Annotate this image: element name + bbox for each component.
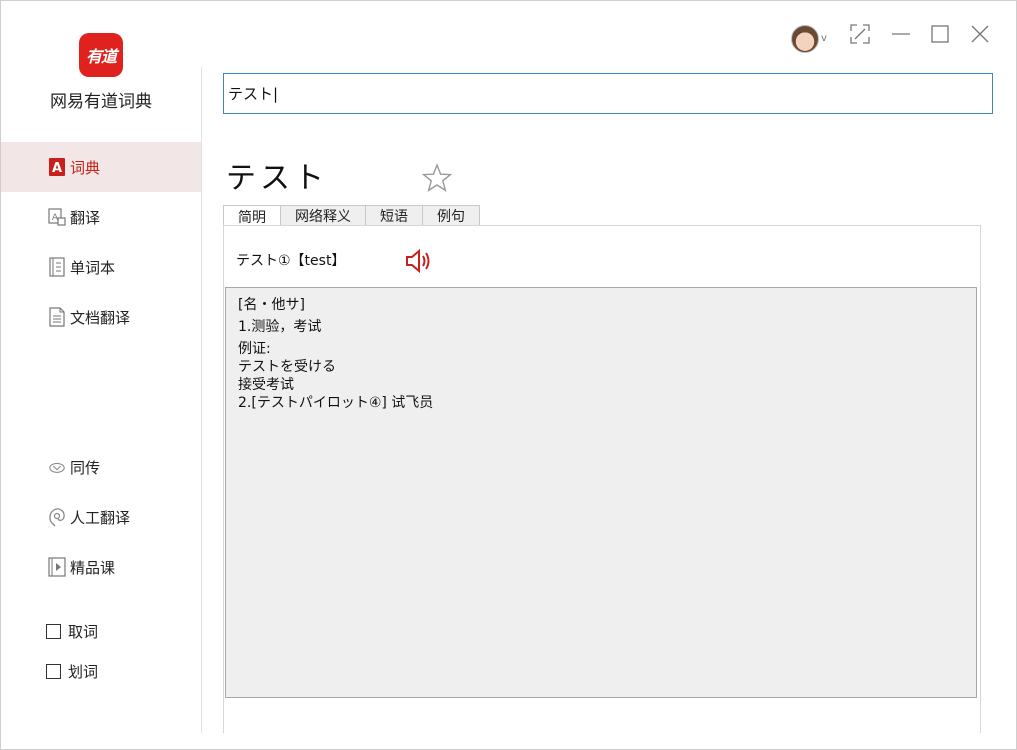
sidebar-item-label: 翻译	[70, 208, 101, 227]
human-translation-icon	[48, 507, 66, 527]
speaker-icon[interactable]	[405, 248, 435, 274]
sidebar-item-wordbook[interactable]: 单词本	[1, 242, 201, 292]
app-name: 网易有道词典	[50, 92, 152, 112]
sidebar-item-label: 精品课	[70, 558, 116, 577]
entry-tabs: 简明 网络释义 短语 例句	[223, 205, 480, 227]
sidebar-item-courses[interactable]: 精品课	[1, 542, 201, 592]
close-icon	[969, 23, 991, 49]
sidebar-item-label: 人工翻译	[70, 508, 131, 527]
favorite-star-icon[interactable]	[421, 162, 453, 194]
simultaneous-icon	[48, 457, 66, 477]
definition-line: 1.测验，考试	[238, 319, 322, 335]
definition-line: 接受考试	[238, 377, 294, 393]
compact-mode-button[interactable]	[847, 23, 873, 49]
select-word-label: 划词	[68, 663, 99, 681]
maximize-button[interactable]	[927, 23, 953, 49]
sidebar-item-label: 单词本	[70, 258, 116, 277]
tab-concise[interactable]: 简明	[223, 205, 281, 227]
sidebar-item-human-translation[interactable]: 人工翻译	[1, 492, 201, 542]
capture-word-label: 取词	[68, 623, 99, 641]
document-icon	[48, 307, 66, 327]
sidebar-item-label: 词典	[70, 158, 101, 177]
wordbook-icon	[48, 257, 66, 277]
tab-phrases[interactable]: 短语	[365, 205, 423, 226]
sidebar-item-simultaneous[interactable]: 同传	[1, 442, 201, 492]
definition-line: [名・他サ]	[238, 297, 305, 313]
minimize-button[interactable]	[888, 23, 914, 49]
headword: テスト	[226, 161, 328, 196]
course-icon	[48, 557, 66, 577]
sidebar-divider	[201, 67, 202, 733]
minimize-icon	[890, 23, 912, 49]
pronunciation-text: テスト①【test】	[236, 253, 346, 269]
shrink-icon	[849, 23, 871, 49]
close-button[interactable]	[967, 23, 993, 49]
dictionary-icon: A	[48, 157, 66, 177]
select-word-toggle[interactable]: 划词	[46, 661, 98, 682]
svg-text:A: A	[52, 161, 62, 176]
sidebar: 有道 网易有道词典 A 词典 A 翻译 单词本 文档翻译 同传 人工翻译 精品课…	[1, 1, 202, 749]
select-word-checkbox[interactable]	[46, 664, 61, 679]
definition-line: テストを受ける	[238, 359, 336, 375]
chevron-down-icon[interactable]: v	[821, 33, 827, 44]
user-avatar[interactable]	[791, 25, 819, 53]
definition-box: [名・他サ] 1.测验，考试 例证: テストを受ける 接受考试 2.[テストパイ…	[225, 287, 977, 698]
tab-web-definitions[interactable]: 网络释义	[280, 205, 366, 226]
search-input[interactable]	[223, 73, 993, 114]
sidebar-item-label: 文档翻译	[70, 308, 131, 327]
definition-line: 例证:	[238, 341, 271, 357]
sidebar-item-translate[interactable]: A 翻译	[1, 192, 201, 242]
capture-word-toggle[interactable]: 取词	[46, 621, 98, 642]
app-logo: 有道	[79, 33, 123, 77]
sidebar-item-document-translate[interactable]: 文档翻译	[1, 292, 201, 342]
sidebar-item-label: 同传	[70, 458, 101, 477]
translate-icon: A	[48, 207, 66, 227]
maximize-icon	[929, 23, 951, 49]
tab-examples[interactable]: 例句	[422, 205, 480, 226]
app-window: 有道 网易有道词典 A 词典 A 翻译 单词本 文档翻译 同传 人工翻译 精品课…	[0, 0, 1017, 750]
sidebar-item-dictionary[interactable]: A 词典	[1, 142, 201, 192]
definition-line: 2.[テストパイロット④] 试飞员	[238, 395, 434, 411]
capture-word-checkbox[interactable]	[46, 624, 61, 639]
